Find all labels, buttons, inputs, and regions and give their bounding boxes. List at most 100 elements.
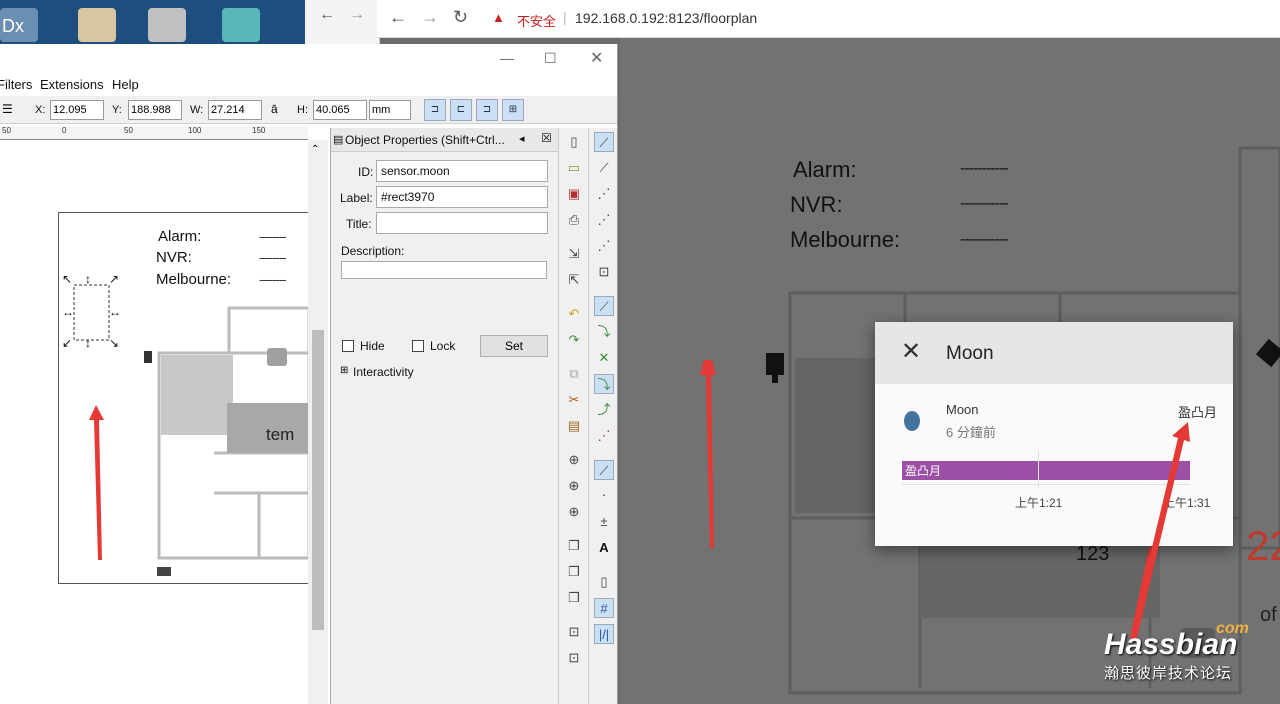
snap-intersections-icon[interactable]: ✕	[594, 348, 614, 368]
title-input[interactable]	[376, 212, 548, 234]
snap-nodes-icon[interactable]: ⟋	[594, 296, 614, 316]
canvas-annotation-arrow	[89, 405, 104, 560]
address-bar[interactable]: 192.168.0.192:8123/floorplan	[575, 10, 757, 26]
description-label: Description:	[341, 244, 405, 258]
ruler-tick: 0	[62, 126, 67, 135]
copy-icon[interactable]: ⧉	[564, 364, 584, 384]
hide-checkbox[interactable]	[342, 340, 354, 352]
snap-object-centers-icon[interactable]: ⋅	[594, 486, 614, 506]
cut-icon[interactable]: ✂	[564, 390, 584, 410]
snap-toggle-icon[interactable]: ⟋	[594, 132, 614, 152]
snap-midpoints-icon[interactable]: ⋰	[594, 426, 614, 446]
menu-extensions[interactable]: Extensions	[40, 77, 104, 92]
group-icon[interactable]: ⊡	[564, 622, 584, 642]
interactivity-expander[interactable]: Interactivity	[353, 365, 414, 379]
lock-checkbox[interactable]	[412, 340, 424, 352]
import-icon[interactable]: ⇲	[564, 244, 584, 264]
snap-text-baseline-icon[interactable]: A	[594, 538, 614, 558]
layer-icon[interactable]: ☰	[2, 102, 13, 116]
h-label: H:	[297, 104, 308, 116]
id-input[interactable]: sensor.moon	[376, 160, 548, 182]
y-input[interactable]: 188.988	[128, 100, 182, 120]
zoom-selection-icon[interactable]: ⊕	[564, 450, 584, 470]
snap-guides-icon[interactable]: |/|	[594, 624, 614, 644]
panel-collapse-icon[interactable]: ◂	[519, 132, 525, 145]
id-label: ID:	[358, 165, 374, 179]
ruler-tick: 150	[252, 126, 266, 135]
forward-arrow-icon[interactable]: →	[349, 6, 365, 24]
snap-bbox-midpoints-icon[interactable]: ⋰	[594, 236, 614, 256]
desktop-file-icon[interactable]	[78, 8, 116, 42]
unlink-clone-icon[interactable]: ❐	[564, 588, 584, 608]
desktop-app-icon[interactable]: Dx	[0, 8, 38, 42]
snap-bbox-corners-icon[interactable]: ⋰	[594, 210, 614, 230]
clone-icon[interactable]: ❐	[564, 562, 584, 582]
security-label[interactable]: 不安全	[517, 11, 556, 30]
transform-gradients-icon[interactable]: ⊐	[476, 99, 498, 121]
label-input[interactable]: #rect3970	[376, 186, 548, 208]
transform-patterns-icon[interactable]: ⊞	[502, 99, 524, 121]
browser-toolbar: ← → ↻ ▲ 不安全 | 192.168.0.192:8123/floorpl…	[377, 0, 1280, 38]
timeline-tick: 上午1:21	[1015, 496, 1063, 510]
transform-stroke-icon[interactable]: ⊐	[424, 99, 446, 121]
snap-bbox-icon[interactable]: ⟋	[594, 158, 614, 178]
forward-button[interactable]: →	[421, 7, 439, 28]
inkscape-window: — ☐ ✕ Filters Extensions Help ☰ X: 12.09…	[0, 44, 618, 704]
minimize-icon[interactable]: —	[500, 50, 514, 66]
snap-paths-icon[interactable]: ⤵	[594, 322, 614, 342]
w-input[interactable]: 27.214	[208, 100, 262, 120]
object-properties-panel: ▤ Object Properties (Shift+Ctrl... ◂ ☒ I…	[330, 128, 559, 704]
export-icon[interactable]: ⇱	[564, 270, 584, 290]
close-icon[interactable]: ✕	[590, 48, 603, 68]
open-icon[interactable]: ▭	[564, 158, 584, 178]
snap-controls-bar: ⟋ ⟋ ⋰ ⋰ ⋰ ⊡ ⟋ ⤵ ✕ ⤵ ⤴ ⋰ ⟋ ⋅ ± A ▯ # |/|	[588, 128, 617, 704]
y-label: Y:	[112, 104, 122, 116]
redo-icon[interactable]: ↷	[564, 330, 584, 350]
duplicate-icon[interactable]: ❐	[564, 536, 584, 556]
save-icon[interactable]: ▣	[564, 184, 584, 204]
unit-select[interactable]: mm	[369, 100, 411, 120]
panel-close-icon[interactable]: ☒	[541, 131, 552, 145]
snap-rotation-center-icon[interactable]: ±	[594, 512, 614, 532]
zoom-drawing-icon[interactable]: ⊕	[564, 476, 584, 496]
description-textarea[interactable]	[341, 261, 547, 279]
snap-smooth-icon[interactable]: ⤴	[594, 400, 614, 420]
drawing-canvas[interactable]: Alarm: -------- NVR: -------- Melbourne:…	[0, 140, 309, 704]
snap-others-icon[interactable]: ⟋	[594, 460, 614, 480]
print-icon[interactable]: ⎙	[564, 210, 584, 230]
snap-grids-icon[interactable]: #	[594, 598, 614, 618]
address-divider: |	[563, 9, 567, 25]
horizontal-ruler: 50 0 50 100 150	[0, 126, 308, 140]
watermark-logo: com Hassbian 瀚思彼岸技术论坛	[1104, 620, 1249, 683]
transform-corners-icon[interactable]: ⊏	[450, 99, 472, 121]
undo-icon[interactable]: ↶	[564, 304, 584, 324]
moon-state-icon	[904, 411, 920, 431]
snap-bbox-centers-icon[interactable]: ⊡	[594, 262, 614, 282]
set-button[interactable]: Set	[480, 335, 548, 357]
scroll-up-icon[interactable]: ⌃	[311, 144, 319, 155]
back-button[interactable]: ←	[389, 7, 407, 28]
zoom-page-icon[interactable]: ⊕	[564, 502, 584, 522]
menu-filters[interactable]: Filters	[0, 77, 32, 92]
x-label: X:	[35, 104, 46, 116]
desktop-folder-icon[interactable]	[222, 8, 260, 42]
scrollbar-thumb[interactable]	[312, 330, 324, 630]
new-document-icon[interactable]: ▯	[564, 132, 584, 152]
x-input[interactable]: 12.095	[50, 100, 104, 120]
dialog-close-icon[interactable]: ✕	[901, 340, 921, 364]
back-arrow-icon[interactable]: ←	[319, 6, 335, 24]
snap-bbox-edges-icon[interactable]: ⋰	[594, 184, 614, 204]
expand-icon[interactable]: ⊞	[340, 365, 348, 376]
snap-page-border-icon[interactable]: ▯	[594, 572, 614, 592]
reload-button[interactable]: ↻	[453, 7, 468, 28]
maximize-icon[interactable]: ☐	[544, 50, 557, 67]
snap-cusp-icon[interactable]: ⤵	[594, 374, 614, 394]
vertical-scrollbar[interactable]: ⌃	[308, 140, 328, 704]
ungroup-icon[interactable]: ⊡	[564, 648, 584, 668]
paste-icon[interactable]: ▤	[564, 416, 584, 436]
menu-help[interactable]: Help	[112, 77, 139, 92]
desktop-computer-icon[interactable]	[148, 8, 186, 42]
menubar: Filters Extensions Help	[0, 74, 617, 96]
lock-ratio-icon[interactable]: ā	[271, 102, 278, 116]
h-input[interactable]: 40.065	[313, 100, 367, 120]
